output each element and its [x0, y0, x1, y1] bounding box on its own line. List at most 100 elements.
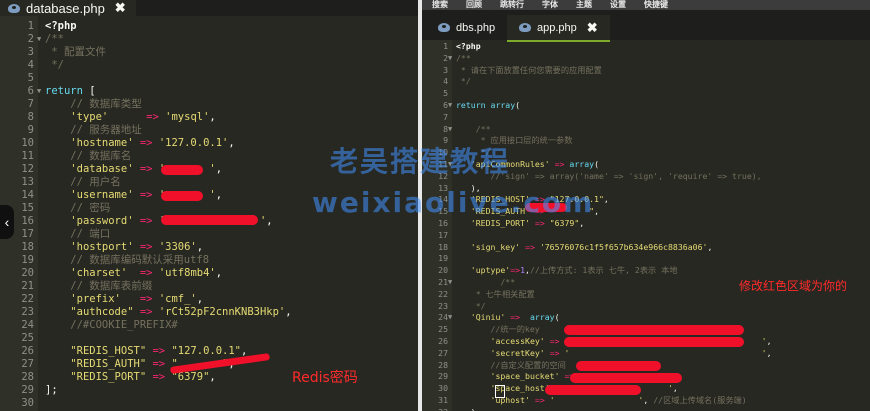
- code-line[interactable]: 23 "authcode" => 'rCt52pF2cnnKNB3Hkp',: [0, 306, 418, 319]
- line-number: 26: [21, 345, 34, 357]
- code-line[interactable]: 6 ▼ return [: [0, 85, 418, 98]
- code-line[interactable]: 9 // 服务器地址: [0, 124, 418, 137]
- code-line[interactable]: 4 */: [0, 59, 418, 72]
- close-tab-icon[interactable]: ✖: [587, 20, 598, 36]
- code-line[interactable]: 21 // 数据库表前缀: [0, 280, 418, 293]
- right-tab-bar: 搜索 回顾 跳转行 字体 主题 设置 快捷键 dbs.php app.php ✖: [422, 0, 870, 42]
- code-line[interactable]: 8 'type' => 'mysql',: [0, 111, 418, 124]
- code-line[interactable]: 19 // 数据库编码默认采用utf8: [0, 254, 418, 267]
- code-line[interactable]: 8 ▼ /**: [422, 124, 870, 136]
- toolbar-item[interactable]: 搜索: [432, 0, 448, 10]
- code-line[interactable]: 7: [422, 112, 870, 124]
- code-text: <?php: [45, 20, 77, 32]
- code-line[interactable]: 17: [422, 230, 870, 242]
- code-line[interactable]: 20 'charset' => 'utf8mb4',: [0, 267, 418, 280]
- code-line[interactable]: 26 "REDIS_HOST" => "127.0.0.1",: [0, 345, 418, 358]
- line-number: 27: [438, 347, 448, 358]
- code-line[interactable]: 24 ▼ 'Qiniu' => array(: [422, 312, 870, 324]
- code-text: /**: [456, 123, 491, 134]
- redaction-mark-database: [161, 165, 203, 175]
- code-line[interactable]: 3 * 配置文件: [0, 46, 418, 59]
- line-number: 4: [443, 76, 448, 87]
- code-text: 'charset' => 'utf8mb4',: [70, 267, 223, 279]
- annotation-redis-password: Redis密码: [292, 370, 358, 386]
- redaction-mark-access-key: [564, 325, 744, 335]
- code-text: 'type' => 'mysql',: [70, 111, 216, 123]
- code-line[interactable]: 5: [422, 88, 870, 100]
- code-area[interactable]: 1 <?php 2 ▼/** 3 * 请在下面放置任何您需要的应用配置 4 */5 6 ▼ re…: [422, 41, 870, 411]
- code-line[interactable]: 1 <?php: [422, 41, 870, 53]
- line-number: 14: [21, 189, 34, 201]
- code-text: // 服务器地址: [45, 124, 142, 136]
- line-number: 21: [21, 280, 34, 292]
- code-line[interactable]: 3 * 请在下面放置任何您需要的应用配置: [422, 65, 870, 77]
- toolbar-item[interactable]: 跳转行: [500, 0, 524, 10]
- code-line[interactable]: 5: [0, 72, 418, 85]
- code-line[interactable]: 18 'hostport' => '3306',: [0, 241, 418, 254]
- code-line[interactable]: 2 ▼ /**: [0, 33, 418, 46]
- toolbar-item[interactable]: 字体: [542, 0, 558, 10]
- code-line[interactable]: 18 'sign_key' => '76576076c1f5f657b634e9…: [422, 242, 870, 254]
- code-text: */: [456, 300, 486, 311]
- line-number: 4: [27, 59, 34, 71]
- toolbar-item[interactable]: 主题: [576, 0, 592, 10]
- code-line[interactable]: 30 'space_host' => ' ',: [422, 383, 870, 395]
- collapse-sidebar-chevron-icon[interactable]: ‹: [0, 205, 14, 239]
- line-number: 25: [438, 324, 448, 335]
- code-line[interactable]: 2 ▼ /**: [422, 53, 870, 65]
- tab-title: app.php: [537, 21, 577, 34]
- line-number: 18: [438, 241, 448, 252]
- code-line[interactable]: 24 //#COOKIE_PREFIX#: [0, 319, 418, 332]
- php-file-icon: [438, 23, 450, 32]
- code-line[interactable]: 4 */: [422, 76, 870, 88]
- code-line[interactable]: 30: [0, 397, 418, 410]
- line-number: 31: [438, 394, 448, 405]
- line-number: 2: [443, 52, 448, 63]
- fold-arrow-icon[interactable]: ▼: [37, 33, 41, 46]
- code-line[interactable]: 6 ▼ return array(: [422, 100, 870, 112]
- code-line[interactable]: 27 'secretKey' => ' ',: [422, 348, 870, 360]
- line-number: 20: [21, 267, 34, 279]
- toolbar-item[interactable]: 回顾: [466, 0, 482, 10]
- toolbar-item[interactable]: 设置: [610, 0, 626, 10]
- code-text: 'uptype'=>1,//上传方式: 1表示 七牛, 2表示 本地: [470, 265, 678, 276]
- code-line[interactable]: 17 // 端口: [0, 228, 418, 241]
- code-line[interactable]: 25: [0, 332, 418, 345]
- code-line[interactable]: 16 'REDIS_PORT' => "6379",: [422, 218, 870, 230]
- line-number: 17: [438, 229, 448, 240]
- fold-arrow-icon[interactable]: ▼: [448, 312, 452, 324]
- code-text: 'prefix' => 'cmf_',: [70, 293, 204, 305]
- line-number: 24: [438, 312, 448, 323]
- code-line[interactable]: 32 ),: [422, 407, 870, 411]
- fold-arrow-icon[interactable]: ▼: [448, 100, 452, 112]
- code-line[interactable]: 31 'uphost' => ' ', //区域上传域名(服务端): [422, 395, 870, 407]
- code-text: /**: [456, 52, 471, 63]
- toolbar-item[interactable]: 快捷键: [644, 0, 668, 10]
- tab-app-php[interactable]: app.php ✖: [507, 15, 610, 42]
- code-line[interactable]: 19: [422, 253, 870, 265]
- code-text: 'hostport' => '3306',: [70, 241, 204, 253]
- fold-arrow-icon[interactable]: ▼: [448, 124, 452, 136]
- code-line[interactable]: 7 // 数据库类型: [0, 98, 418, 111]
- code-line[interactable]: 1 <?php: [0, 20, 418, 33]
- line-number: 29: [438, 371, 448, 382]
- code-text: //#COOKIE_PREFIX#: [45, 319, 178, 331]
- line-number: 5: [27, 72, 34, 84]
- code-text: 'sign_key' => '76576076c1f5f657b634e966c…: [470, 241, 713, 252]
- tab-database-php[interactable]: database.php ✖: [0, 0, 136, 16]
- line-number: 8: [443, 123, 448, 134]
- close-tab-icon[interactable]: ✖: [115, 0, 126, 16]
- fold-arrow-icon[interactable]: ▼: [448, 277, 452, 289]
- code-line[interactable]: 22 'prefix' => 'cmf_',: [0, 293, 418, 306]
- redaction-mark-secret-key: [564, 337, 744, 347]
- fold-arrow-icon[interactable]: ▼: [448, 53, 452, 65]
- line-number: 7: [443, 111, 448, 122]
- code-line[interactable]: 23 */: [422, 301, 870, 313]
- code-text: // 端口: [45, 228, 111, 240]
- line-number: 23: [438, 300, 448, 311]
- code-text: */: [456, 76, 471, 87]
- tab-dbs-php[interactable]: dbs.php: [426, 15, 508, 40]
- fold-arrow-icon[interactable]: ▼: [37, 85, 41, 98]
- code-line[interactable]: 20 'uptype'=>1,//上传方式: 1表示 七牛, 2表示 本地: [422, 265, 870, 277]
- tab-title: dbs.php: [456, 21, 496, 34]
